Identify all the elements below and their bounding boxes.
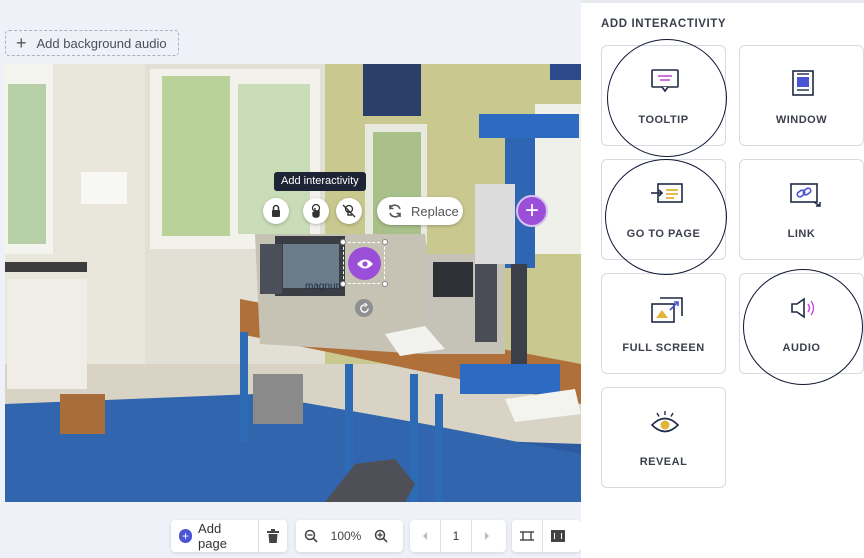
link-icon — [790, 183, 821, 207]
add-page-button[interactable]: + Add page — [171, 520, 258, 552]
chevron-left-icon — [423, 532, 427, 540]
reveal-icon — [650, 411, 680, 433]
zoom-level: 100% — [330, 529, 362, 543]
reveal-hotspot[interactable] — [348, 247, 381, 280]
resize-handle[interactable] — [382, 281, 388, 287]
page-navigation: 1 — [410, 520, 506, 552]
add-interactivity-tooltip: Add interactivity — [274, 172, 366, 191]
option-full-screen[interactable]: FULL SCREEN — [601, 273, 726, 374]
option-label: FULL SCREEN — [622, 342, 705, 354]
add-background-audio-label: Add background audio — [36, 35, 167, 51]
double-page-view-button[interactable] — [543, 520, 573, 552]
option-label: WINDOW — [775, 114, 828, 126]
chevron-right-icon — [485, 532, 489, 540]
machine-brand-text: magnum — [305, 281, 344, 292]
add-hotspot-button[interactable]: + — [516, 195, 548, 227]
plus-circle-icon: + — [179, 529, 193, 543]
lock-button[interactable] — [263, 198, 289, 224]
zoom-out-icon — [304, 529, 318, 543]
fit-screen-icon — [520, 531, 534, 541]
audio-icon — [791, 297, 815, 319]
option-label: REVEAL — [639, 456, 688, 468]
next-page-button[interactable] — [472, 520, 502, 552]
trash-icon — [266, 529, 279, 543]
fit-to-screen-button[interactable] — [512, 520, 542, 552]
plus-icon: + — [524, 197, 539, 224]
option-audio[interactable]: AUDIO — [739, 273, 864, 374]
go-to-page-icon — [651, 183, 683, 203]
replace-button[interactable]: Replace — [377, 197, 463, 225]
resize-handle[interactable] — [382, 239, 388, 245]
lock-icon — [272, 204, 280, 217]
zoom-in-button[interactable] — [366, 520, 396, 552]
add-background-audio-button[interactable]: + Add background audio — [5, 30, 179, 56]
zoom-in-icon — [374, 529, 388, 543]
pointer-hand-icon — [311, 203, 321, 218]
page-canvas[interactable]: magnum Add interactivity Replace + — [5, 64, 581, 502]
no-pointer-icon — [342, 204, 356, 218]
option-tooltip[interactable]: TOOLTIP — [601, 45, 726, 146]
refresh-icon — [389, 204, 401, 218]
editor-area: + Add background audio magnum Add intera… — [0, 0, 581, 558]
resize-handle[interactable] — [340, 239, 346, 245]
rotate-button[interactable] — [355, 299, 373, 317]
page-controls: + Add page — [171, 520, 287, 552]
previous-page-button[interactable] — [410, 520, 440, 552]
add-page-label: Add page — [198, 521, 227, 551]
option-window[interactable]: WINDOW — [739, 45, 864, 146]
full-screen-icon — [651, 297, 683, 323]
panel-title: ADD INTERACTIVITY — [601, 18, 727, 30]
resize-handle[interactable] — [340, 281, 346, 287]
option-label: LINK — [787, 228, 816, 240]
eye-icon — [356, 259, 373, 268]
page-number[interactable]: 1 — [441, 529, 471, 543]
replace-label: Replace — [411, 203, 459, 219]
zoom-controls: 100% — [296, 520, 403, 552]
option-go-to-page[interactable]: GO TO PAGE — [601, 159, 726, 260]
tooltip-icon — [651, 69, 679, 93]
option-label: GO TO PAGE — [626, 228, 701, 240]
remove-interactivity-button[interactable] — [336, 198, 362, 224]
option-label: TOOLTIP — [638, 114, 689, 126]
zoom-out-button[interactable] — [296, 520, 326, 552]
interactivity-panel: ADD INTERACTIVITY TOOLTIP WINDOW GO TO P… — [581, 0, 864, 558]
window-icon — [792, 70, 814, 96]
view-tools — [512, 520, 581, 552]
rotate-icon — [359, 302, 369, 313]
background-photo: magnum — [5, 64, 581, 502]
delete-page-button[interactable] — [259, 520, 287, 552]
plus-icon: + — [16, 33, 27, 53]
option-label: AUDIO — [782, 342, 821, 354]
option-reveal[interactable]: REVEAL — [601, 387, 726, 488]
option-link[interactable]: LINK — [739, 159, 864, 260]
add-interactivity-button[interactable] — [303, 198, 329, 224]
two-pages-icon — [551, 530, 565, 542]
